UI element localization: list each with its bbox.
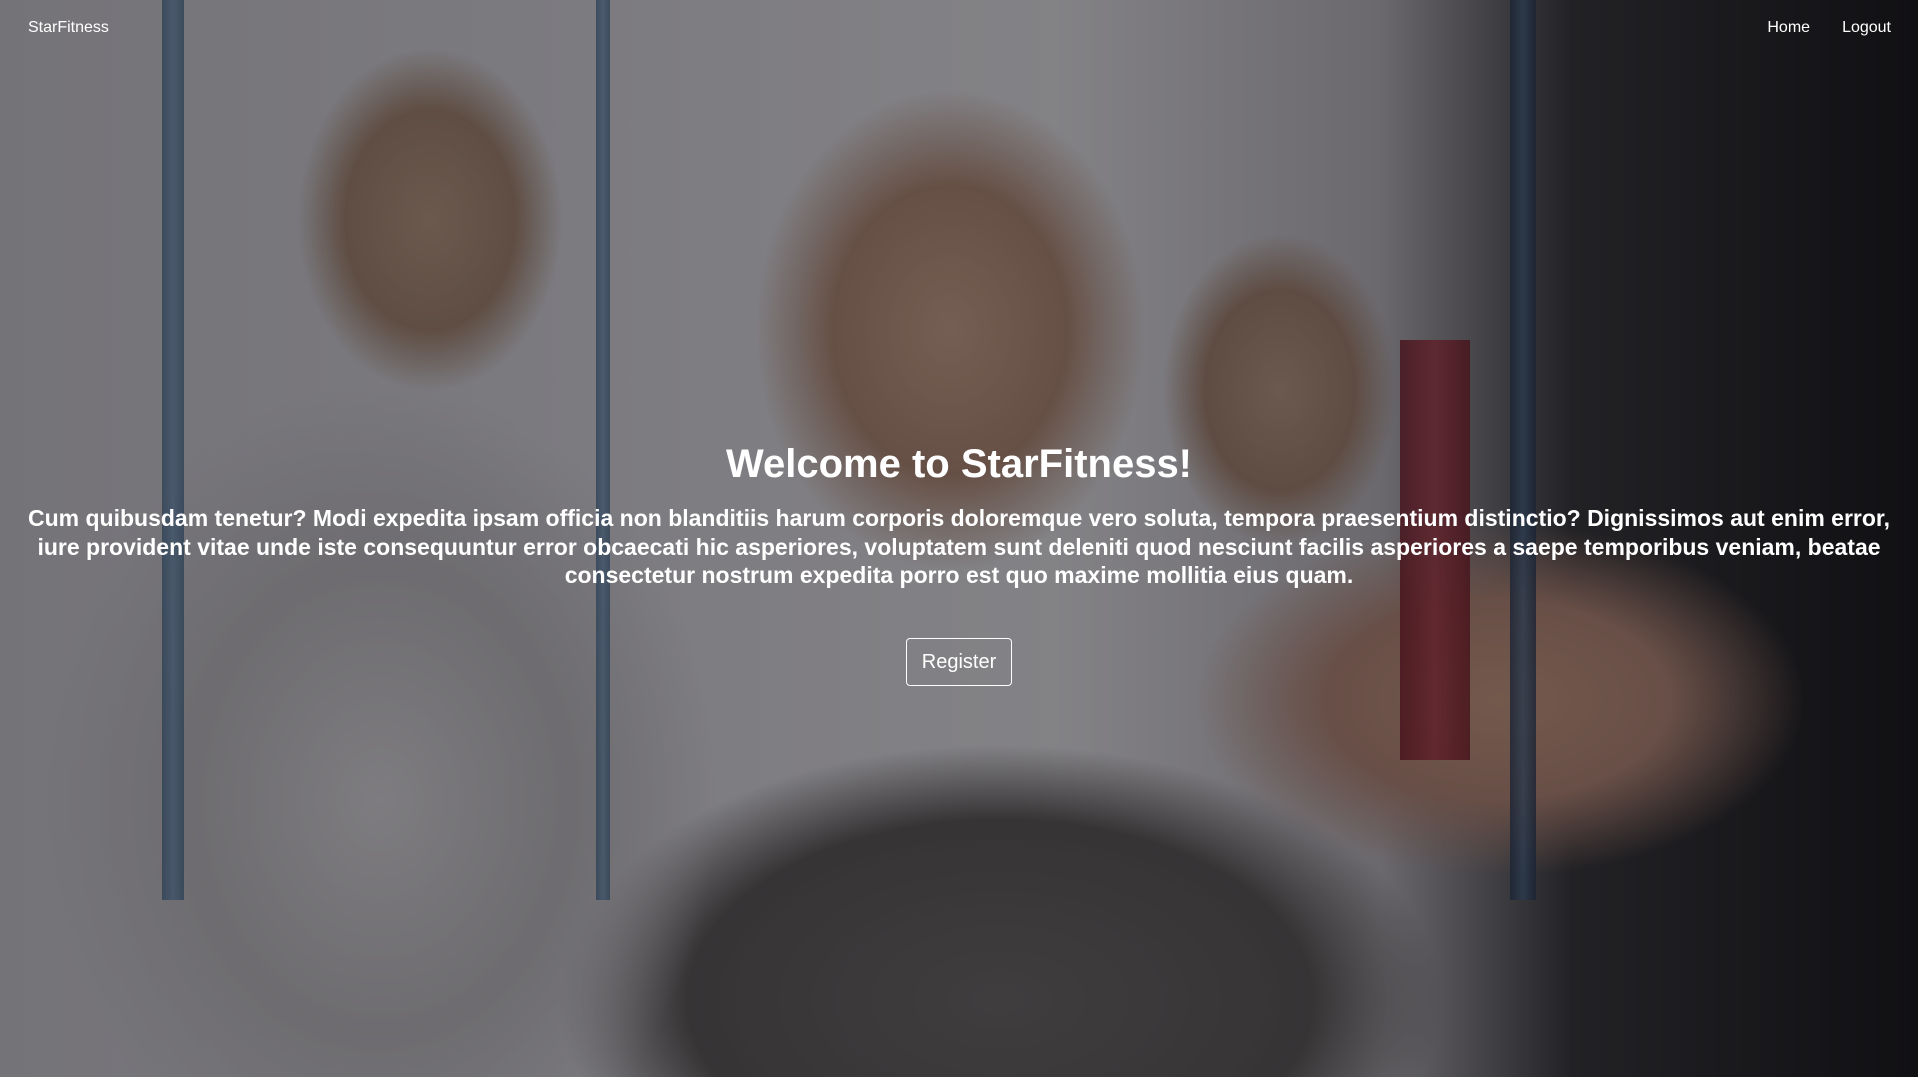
register-button[interactable]: Register xyxy=(905,637,1013,686)
nav-logout-link[interactable]: Logout xyxy=(1842,19,1891,37)
hero-section: StarFitness Home Logout Welcome to StarF… xyxy=(0,0,1918,1077)
brand-link[interactable]: StarFitness xyxy=(28,19,109,37)
nav-home-link[interactable]: Home xyxy=(1767,19,1810,37)
top-navbar: StarFitness Home Logout xyxy=(0,0,1918,55)
hero-description: Cum quibusdam tenetur? Modi expedita ips… xyxy=(27,505,1890,588)
nav-links: Home Logout xyxy=(1767,19,1891,37)
hero-title: Welcome to StarFitness! xyxy=(725,442,1193,486)
hero-content: Welcome to StarFitness! Cum quibusdam te… xyxy=(0,440,1918,686)
